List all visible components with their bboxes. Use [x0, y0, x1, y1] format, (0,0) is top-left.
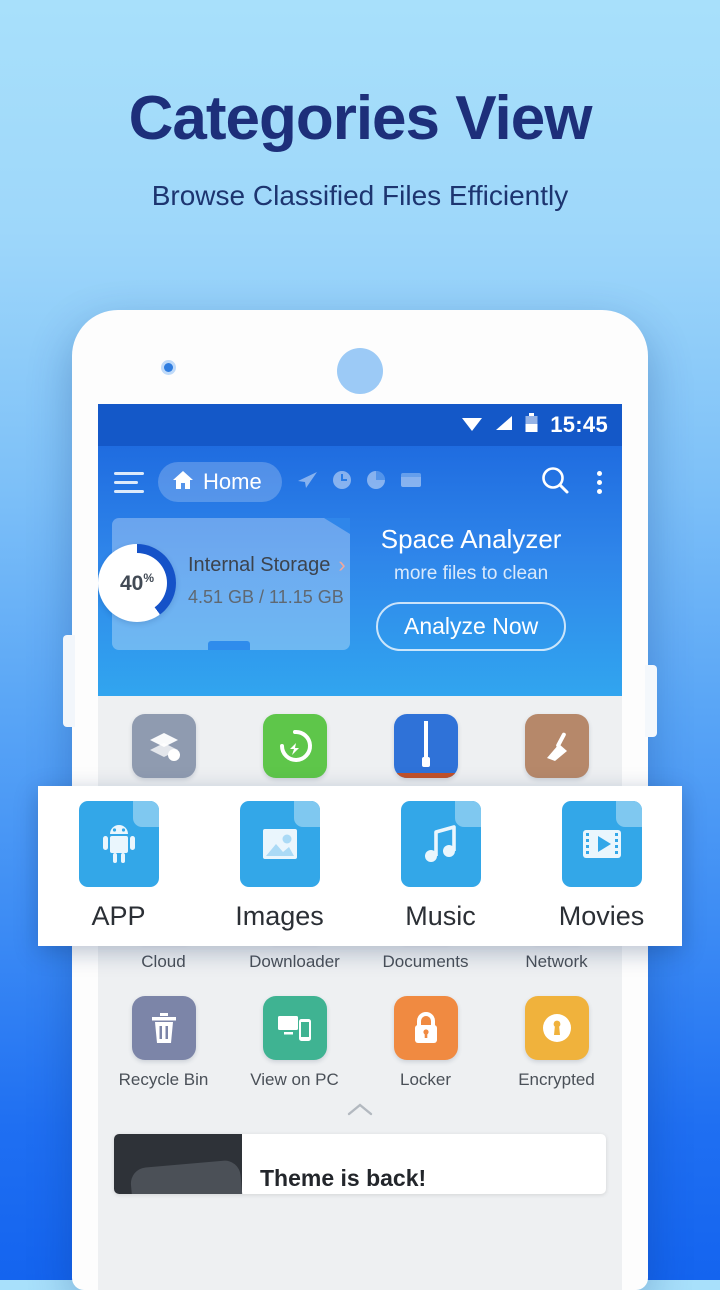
notification-led — [164, 363, 173, 372]
analyzer-title: Space Analyzer — [380, 524, 562, 554]
category-images[interactable]: Images — [199, 800, 360, 932]
tab-home[interactable]: Home — [158, 462, 282, 502]
keyhole-icon — [524, 996, 589, 1060]
chevron-right-icon: › — [338, 552, 346, 577]
grid-label: Documents — [382, 952, 469, 971]
padlock-icon — [393, 996, 458, 1060]
phone-power-button — [645, 665, 657, 737]
window-icon[interactable] — [400, 471, 422, 494]
category-label: APP — [91, 900, 146, 931]
page-title: Categories View — [128, 84, 593, 153]
grid-item-recycle-bin[interactable]: Recycle Bin — [98, 996, 229, 1090]
status-time: 15:45 — [550, 412, 608, 437]
grid-label: Recycle Bin — [118, 1070, 209, 1089]
image-icon — [239, 800, 320, 887]
home-icon — [172, 470, 194, 495]
send-icon[interactable] — [296, 470, 318, 495]
signal-icon — [494, 414, 514, 437]
analyze-now-button[interactable]: Analyze Now — [376, 602, 567, 651]
category-app[interactable]: APP — [38, 800, 199, 932]
analyzer-subtitle: more files to clean — [394, 563, 549, 584]
grid-label: Encrypted — [518, 1070, 595, 1089]
kebab-menu-icon[interactable] — [593, 467, 606, 498]
storage-percent: 40 — [119, 571, 144, 595]
grid-row-3: Recycle Bin View on PC Locker Encrypted — [98, 996, 622, 1090]
theme-banner[interactable]: Theme is back! — [114, 1134, 606, 1194]
recent-stack-icon — [131, 714, 196, 778]
wifi-icon — [461, 414, 483, 437]
clock-icon[interactable] — [332, 470, 352, 495]
banner-thumbnail — [114, 1134, 242, 1194]
space-analyzer-section: 40% Internal Storage › 4.51 GB / 11.15 G… — [98, 518, 622, 651]
grid-item-encrypted[interactable]: Encrypted — [491, 996, 622, 1090]
trash-icon — [131, 996, 196, 1060]
storage-name: Internal Storage — [188, 553, 331, 576]
highlighted-category-row: APP Images Music Movies — [38, 786, 682, 946]
status-bar: 15:45 — [98, 404, 622, 446]
pie-chart-icon[interactable] — [366, 470, 386, 495]
grid-label: Downloader — [249, 952, 340, 971]
category-label: Music — [405, 900, 476, 931]
front-camera — [337, 348, 383, 394]
hamburger-icon[interactable] — [114, 471, 144, 493]
storage-ring: 40% — [98, 544, 176, 622]
chevron-up-icon[interactable] — [98, 1098, 622, 1124]
storage-size: 4.51 GB / 11.15 GB — [188, 587, 344, 607]
category-movies[interactable]: Movies — [521, 800, 682, 932]
phone-volume-button — [63, 635, 75, 727]
top-toolbar: Home — [98, 446, 622, 518]
storage-card[interactable]: 40% Internal Storage › 4.51 GB / 11.15 G… — [98, 518, 350, 650]
movie-play-icon — [561, 800, 642, 887]
percent-symbol: % — [143, 570, 155, 585]
grid-item-locker[interactable]: Locker — [360, 996, 491, 1090]
grid-label: Cloud — [141, 952, 186, 971]
search-icon[interactable] — [539, 464, 571, 501]
category-label: Images — [235, 900, 324, 931]
page-subtitle: Browse Classified Files Efficiently — [151, 180, 569, 211]
banner-title: Theme is back! — [260, 1165, 427, 1191]
pc-phone-icon — [262, 996, 327, 1060]
promo-header: Categories View Browse Classified Files … — [0, 0, 720, 212]
app-bar: Home 40% Internal Storage › 4.51 GB / 11… — [98, 446, 622, 696]
battery-icon — [525, 412, 538, 438]
grid-label: View on PC — [250, 1070, 339, 1089]
grid-label: Locker — [399, 1070, 452, 1089]
music-note-icon — [400, 800, 481, 887]
refresh-bolt-icon — [262, 714, 327, 778]
category-music[interactable]: Music — [360, 800, 521, 932]
tab-home-label: Home — [203, 469, 262, 494]
quick-tab-icons — [296, 470, 422, 495]
android-icon — [78, 800, 159, 887]
grid-label: Network — [525, 952, 588, 971]
broom-icon — [524, 714, 589, 778]
category-label: Movies — [558, 900, 645, 931]
zip-icon — [393, 714, 458, 778]
grid-item-view-on-pc[interactable]: View on PC — [229, 996, 360, 1090]
